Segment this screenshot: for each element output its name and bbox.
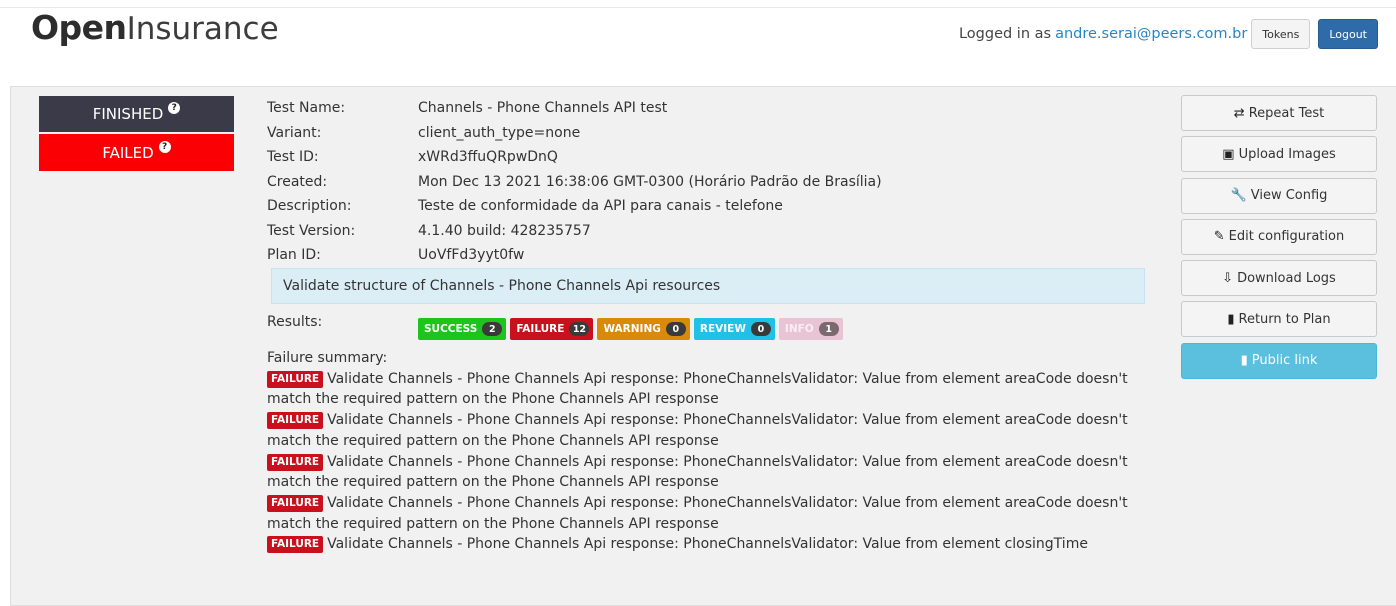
review-badge[interactable]: REVIEW 0 xyxy=(693,318,775,340)
info-row-test-version: Test Version: 4.1.40 build: 428235757 xyxy=(267,219,882,244)
test-info: Test Name: Channels - Phone Channels API… xyxy=(267,96,882,268)
image-icon: ▣ xyxy=(1222,146,1235,162)
failure-text: Validate Channels - Phone Channels Api r… xyxy=(327,536,1088,553)
test-summary-callout: Validate structure of Channels - Phone C… xyxy=(271,268,1145,304)
info-label: Test Name: xyxy=(267,100,346,116)
badge-label: REVIEW xyxy=(699,323,746,335)
upload-images-button[interactable]: ▣ Upload Images xyxy=(1181,136,1377,173)
button-label: View Config xyxy=(1250,188,1328,204)
failure-tag: FAILURE xyxy=(267,412,324,430)
badge-label: FAILURE xyxy=(516,323,565,335)
info-row-variant: Variant: client_auth_type=none xyxy=(267,121,882,146)
repeat-test-button[interactable]: ⇄ Repeat Test xyxy=(1181,95,1377,131)
user-email-link[interactable]: andre.serai@peers.com.br xyxy=(1055,26,1247,42)
failure-entry[interactable]: FAILURE Validate Channels - Phone Channel… xyxy=(267,452,1137,493)
info-row-test-name: Test Name: Channels - Phone Channels API… xyxy=(267,96,882,121)
button-label: Edit configuration xyxy=(1228,229,1345,245)
openinsurance-logo[interactable]: Open Insurance xyxy=(31,8,279,48)
info-label: Plan ID: xyxy=(267,247,321,263)
button-label: Download Logs xyxy=(1237,270,1336,286)
help-icon[interactable]: ? xyxy=(168,102,181,114)
info-value: Teste de conformidade da API para canais… xyxy=(418,198,783,214)
status-failed-badge: FAILED ? xyxy=(39,134,234,171)
failure-tag: FAILURE xyxy=(267,536,324,554)
login-area: Logged in as andre.serai@peers.com.br To… xyxy=(959,19,1378,49)
info-label: Variant: xyxy=(267,124,322,141)
logged-in-label: Logged in as xyxy=(958,26,1052,42)
failure-tag: FAILURE xyxy=(267,370,324,388)
badge-count: 2 xyxy=(482,322,503,336)
button-label: Upload Images xyxy=(1238,146,1336,162)
info-value: 4.1.40 build: 428235757 xyxy=(418,222,591,239)
info-value: xWRd3ffuQRpwDnQ xyxy=(418,149,558,165)
edit-icon: ✎ xyxy=(1213,229,1225,245)
badge-count: 0 xyxy=(750,322,771,336)
info-label: Test ID: xyxy=(267,149,319,165)
failure-text: Validate Channels - Phone Channels Api r… xyxy=(267,494,1128,532)
button-label: Repeat Test xyxy=(1248,105,1325,121)
download-file-icon: ⇩ xyxy=(1222,270,1234,286)
info-row-created: Created: Mon Dec 13 2021 16:38:06 GMT-03… xyxy=(267,170,882,195)
badge-label: SUCCESS xyxy=(424,323,478,335)
public-book-icon: ▮ xyxy=(1240,353,1248,369)
failure-entry[interactable]: FAILURE Validate Channels - Phone Channel… xyxy=(267,410,1137,451)
tokens-button[interactable]: Tokens xyxy=(1251,19,1311,49)
badge-count: 0 xyxy=(665,322,686,336)
failure-text: Validate Channels - Phone Channels Api r… xyxy=(267,453,1128,491)
repeat-icon: ⇄ xyxy=(1233,105,1245,121)
info-row-test-id: Test ID: xWRd3ffuQRpwDnQ xyxy=(267,145,882,170)
info-value: Channels - Phone Channels API test xyxy=(418,100,668,116)
edit-configuration-button[interactable]: ✎ Edit configuration xyxy=(1181,218,1377,255)
public-link-button[interactable]: ▮ Public link xyxy=(1181,342,1377,379)
badge-label: WARNING xyxy=(603,323,661,335)
action-sidebar: ⇄ Repeat Test ▣ Upload Images 🔧 View Con… xyxy=(1181,95,1377,384)
info-value: Mon Dec 13 2021 16:38:06 GMT-0300 (Horár… xyxy=(418,173,882,190)
logo-light-text: Insurance xyxy=(126,11,279,47)
failure-tag: FAILURE xyxy=(267,494,324,512)
failure-entry[interactable]: FAILURE Validate Channels - Phone Channel… xyxy=(267,369,1137,410)
help-icon[interactable]: ? xyxy=(158,140,171,153)
failure-summary: Failure summary: FAILURE Validate Channel… xyxy=(267,348,1137,555)
results-badges: SUCCESS 2 FAILURE 12 WARNING 0 REVIEW 0 … xyxy=(418,318,843,340)
logout-button[interactable]: Logout xyxy=(1318,19,1378,49)
info-value: UoVfFd3yyt0fw xyxy=(418,247,525,263)
info-row-plan-id: Plan ID: UoVfFd3yyt0fw xyxy=(267,243,882,268)
failure-entry[interactable]: FAILURE Validate Channels - Phone Channel… xyxy=(267,493,1137,534)
failure-tag: FAILURE xyxy=(267,453,324,471)
book-icon: ▮ xyxy=(1227,311,1235,327)
info-value: client_auth_type=none xyxy=(418,124,581,141)
warning-badge[interactable]: WARNING 0 xyxy=(597,318,690,340)
failure-summary-label: Failure summary: xyxy=(267,350,388,366)
failure-text: Validate Channels - Phone Channels Api r… xyxy=(267,412,1128,449)
info-label: Test Version: xyxy=(267,222,356,239)
badge-count: 12 xyxy=(569,322,590,336)
return-to-plan-button[interactable]: ▮ Return to Plan xyxy=(1181,301,1377,338)
download-logs-button[interactable]: ⇩ Download Logs xyxy=(1181,260,1377,297)
view-config-button[interactable]: 🔧 View Config xyxy=(1181,177,1377,214)
status-finished-label: FINISHED xyxy=(92,105,164,123)
info-label: Description: xyxy=(267,198,352,214)
status-failed-label: FAILED xyxy=(102,143,154,162)
failure-text: Validate Channels - Phone Channels Api r… xyxy=(267,370,1128,408)
info-row-description: Description: Teste de conformidade da AP… xyxy=(267,194,882,219)
badge-label: INFO xyxy=(784,323,814,335)
success-badge[interactable]: SUCCESS 2 xyxy=(418,318,507,340)
status-finished-badge: FINISHED ? xyxy=(39,96,234,132)
button-label: Public link xyxy=(1251,353,1318,369)
button-label: Return to Plan xyxy=(1238,311,1331,327)
failure-entry[interactable]: FAILURE Validate Channels - Phone Channel… xyxy=(267,534,1137,555)
info-badge[interactable]: INFO 1 xyxy=(778,318,843,340)
failure-badge[interactable]: FAILURE 12 xyxy=(510,318,594,340)
info-label: Created: xyxy=(267,173,328,190)
results-label: Results: xyxy=(267,314,323,330)
badge-count: 1 xyxy=(818,322,839,336)
logo-bold-text: Open xyxy=(31,8,127,47)
wrench-icon: 🔧 xyxy=(1230,188,1247,204)
